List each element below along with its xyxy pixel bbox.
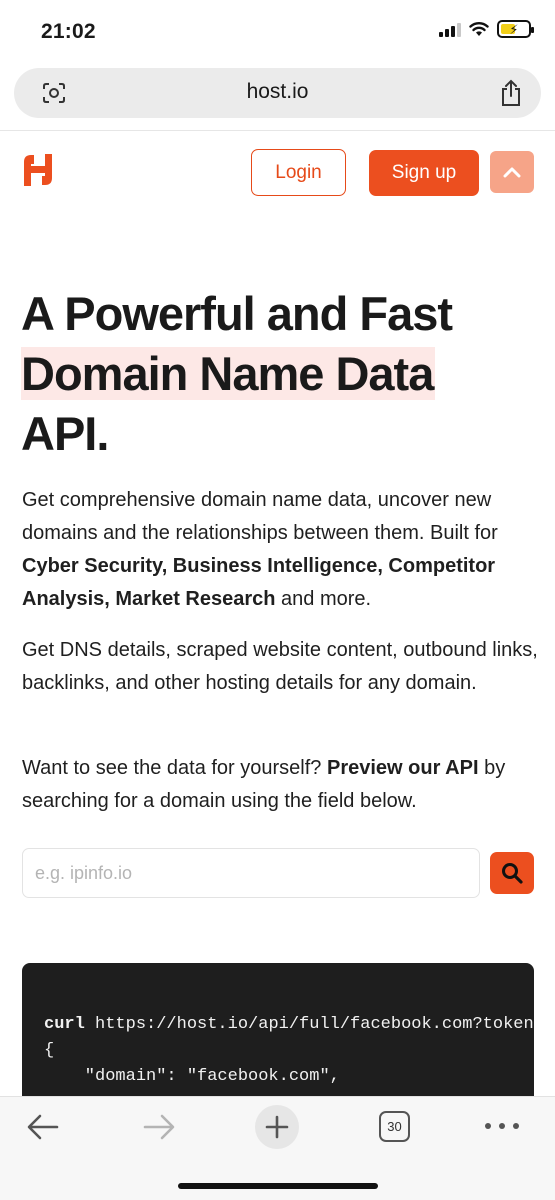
code-line-1: curl https://host.io/api/full/facebook.c… [44, 1015, 534, 1034]
new-tab-button[interactable] [255, 1105, 299, 1149]
domain-search-input[interactable] [22, 848, 480, 898]
hero-title-line1: A Powerful and Fast [21, 287, 453, 340]
code-sample: curl https://host.io/api/full/facebook.c… [22, 963, 534, 1103]
code-line-2: { [44, 1041, 55, 1060]
wifi-icon [469, 22, 489, 36]
details-paragraph: Get DNS details, scraped website content… [22, 639, 538, 694]
hero-title-line3: API. [21, 407, 109, 460]
status-time: 21:02 [41, 20, 96, 43]
tabs-button[interactable]: 30 [379, 1111, 410, 1142]
status-bar: 21:02 ⚡ [0, 0, 555, 62]
preview-pre: Want to see the data for yourself? [22, 757, 327, 779]
forward-arrow-icon[interactable] [142, 1113, 176, 1141]
share-icon[interactable] [499, 79, 523, 107]
preview-bold: Preview our API [326, 757, 479, 779]
plus-icon [265, 1115, 289, 1139]
code-url: https://host.io/api/full/facebook.com?to… [84, 1015, 534, 1034]
preview-paragraph: Want to see the data for yourself? Previ… [22, 752, 542, 818]
code-line-3: "domain": "facebook.com", [44, 1067, 340, 1086]
hero-title: A Powerful and Fast Domain Name Data API… [21, 284, 541, 464]
divider [0, 130, 555, 131]
search-icon [502, 863, 523, 884]
tab-count: 30 [387, 1119, 402, 1134]
home-indicator [178, 1183, 378, 1189]
more-icon[interactable] [485, 1123, 519, 1131]
search-button[interactable] [490, 852, 534, 894]
hero-title-highlight: Domain Name Data [21, 347, 436, 400]
url-text[interactable]: host.io [14, 80, 541, 104]
intro-paragraph: Get comprehensive domain name data, unco… [22, 484, 542, 616]
host-io-logo[interactable] [20, 152, 56, 188]
collapse-button[interactable] [490, 151, 534, 193]
status-icons: ⚡ [439, 20, 534, 38]
intro-bold: Cyber Security, Business Intelligence, C… [22, 555, 496, 610]
address-bar[interactable]: host.io [14, 68, 541, 118]
battery-charging-icon: ⚡ [497, 20, 534, 38]
chevron-up-icon [503, 167, 521, 178]
intro-text: Get comprehensive domain name data, unco… [22, 489, 498, 544]
code-command: curl [44, 1015, 85, 1034]
login-button[interactable]: Login [251, 149, 346, 196]
intro-tail: and more. [275, 588, 372, 610]
signup-button[interactable]: Sign up [369, 150, 479, 196]
signal-icon [439, 21, 461, 37]
back-arrow-icon[interactable] [26, 1113, 60, 1141]
